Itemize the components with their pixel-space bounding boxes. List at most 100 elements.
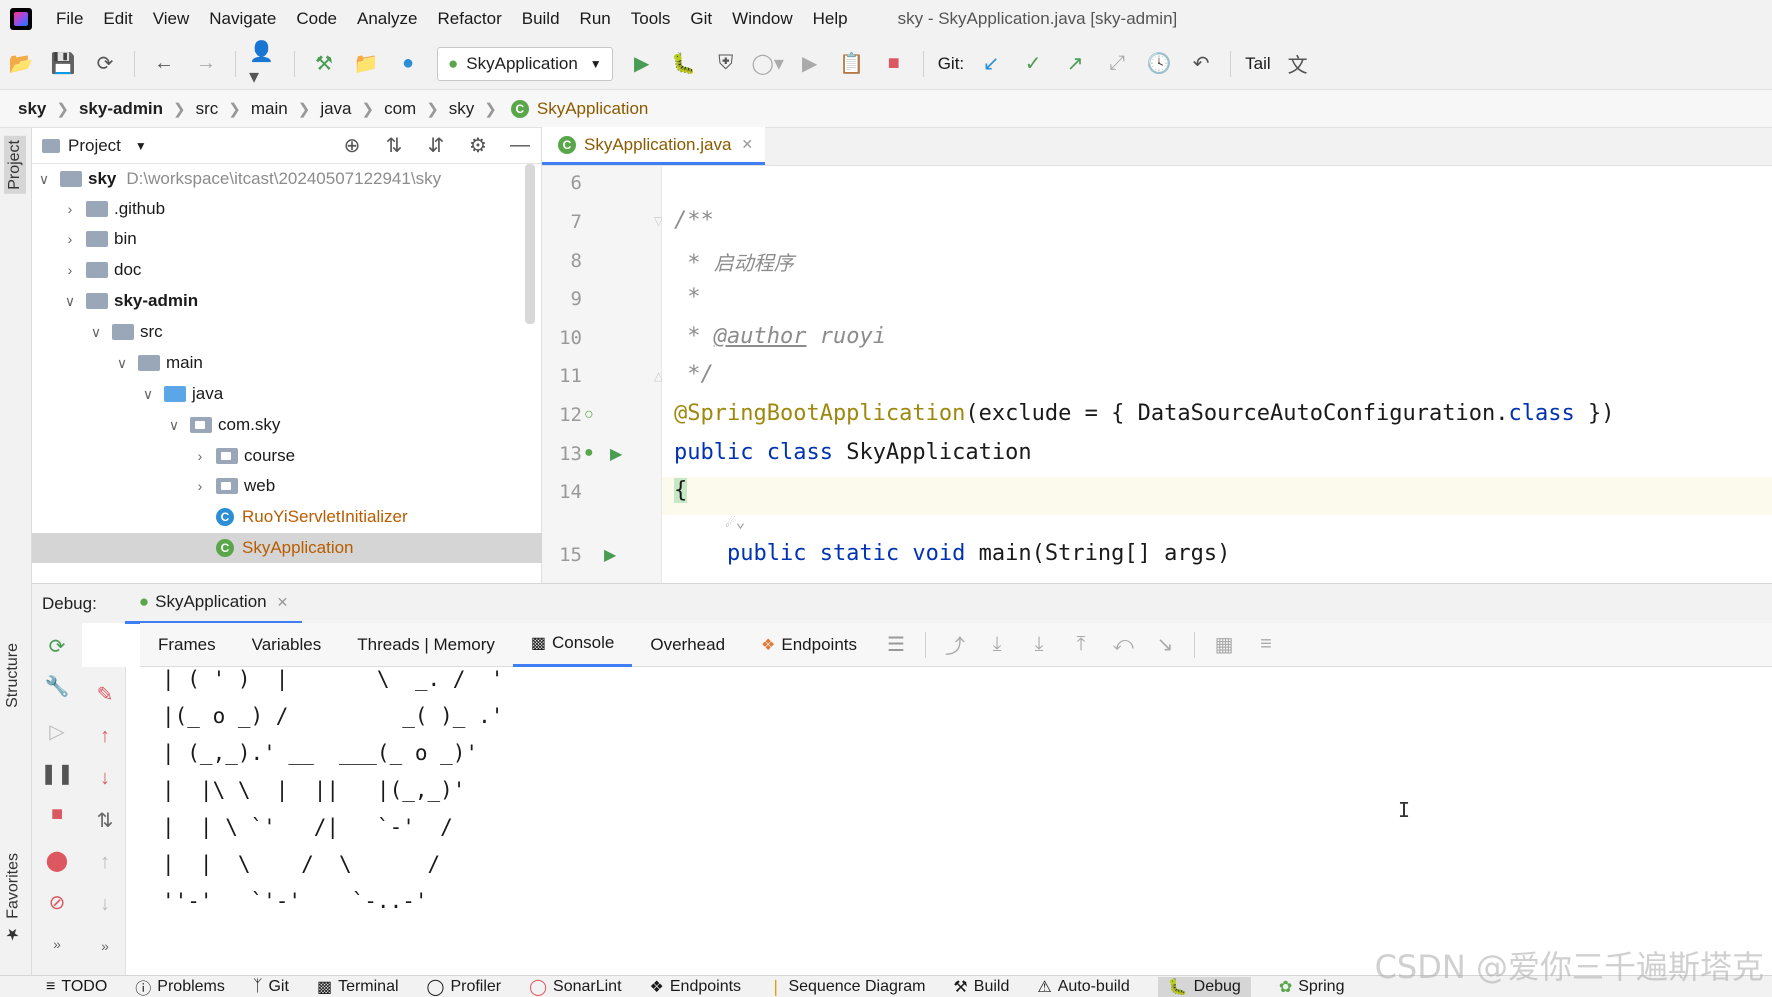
chevron-down-icon[interactable]: ∨ — [140, 386, 156, 403]
tool-build[interactable]: ⚒ Build — [953, 977, 1009, 997]
menu-code[interactable]: Code — [286, 9, 347, 29]
run-to-cursor-icon[interactable]: ↘ — [1149, 629, 1181, 661]
run-configuration-select[interactable]: ● SkyApplication ▼ — [437, 46, 613, 81]
tree-item-sky-admin[interactable]: ∨ sky-admin — [32, 286, 542, 316]
tool-problems[interactable]: ⓘ Problems — [135, 976, 225, 997]
chevron-right-icon[interactable]: › — [62, 231, 78, 247]
chevron-right-icon[interactable]: › — [62, 262, 78, 278]
tool-sequence-diagram[interactable]: ❘ Sequence Diagram — [769, 977, 925, 997]
breadcrumb-item[interactable]: sky — [18, 99, 46, 119]
chevron-down-icon[interactable]: ∨ — [166, 417, 182, 434]
tree-item-ruoyi-servlet-initializer[interactable]: C RuoYiServletInitializer — [32, 502, 542, 532]
spring-boot-class-icon[interactable]: ● — [584, 444, 594, 462]
chevron-down-icon[interactable]: ∨ — [36, 171, 52, 188]
git-merge-icon[interactable]: ⤢ — [1101, 48, 1133, 80]
tool-sonarlint[interactable]: ◯ SonarLint — [529, 977, 621, 997]
expand-all-icon[interactable]: ⇅ — [379, 131, 409, 161]
build-hammer-icon[interactable]: ⚒ — [308, 48, 340, 80]
breadcrumb-item[interactable]: main — [251, 99, 288, 119]
more-icon[interactable]: » — [90, 931, 120, 961]
view-breakpoints-icon[interactable]: ⬤ — [42, 845, 72, 875]
code-editor[interactable]: /** * 启动程序 * * @author ruoyi */ @SpringB… — [662, 166, 1772, 583]
tree-item-java[interactable]: ∨ java — [32, 379, 542, 409]
menu-tools[interactable]: Tools — [621, 9, 681, 29]
breadcrumb-item[interactable]: sky-admin — [79, 99, 163, 119]
menu-navigate[interactable]: Navigate — [199, 9, 286, 29]
tool-spring[interactable]: ✿ Spring — [1279, 977, 1345, 997]
menu-window[interactable]: Window — [722, 9, 802, 29]
menu-analyze[interactable]: Analyze — [347, 9, 427, 29]
down-arrow-icon[interactable]: ↓ — [90, 763, 120, 793]
resume-icon[interactable]: ▶ — [794, 48, 826, 80]
run-gutter-icon[interactable]: ▶ — [610, 444, 622, 464]
favorites-tool-tab[interactable]: ★ Favorites — [4, 853, 23, 944]
sync-icon[interactable]: ⟳ — [89, 48, 121, 80]
tool-endpoints[interactable]: ❖ Endpoints — [650, 977, 742, 997]
breadcrumb-current[interactable]: C SkyApplication — [507, 99, 648, 119]
tree-item-doc[interactable]: › doc — [32, 255, 542, 285]
force-step-into-icon[interactable]: ⤓ — [1023, 629, 1055, 661]
forward-arrow-icon[interactable]: → — [190, 48, 222, 80]
menu-git[interactable]: Git — [680, 9, 722, 29]
profile-icon[interactable]: ◯▾ — [751, 48, 783, 80]
menu-lines-icon[interactable]: ☰ — [880, 629, 912, 661]
tail-button[interactable]: Tail — [1245, 54, 1271, 74]
rerun-icon[interactable]: ⟳ — [42, 631, 72, 661]
tab-frames[interactable]: Frames — [140, 623, 234, 667]
chevron-down-icon[interactable]: ∨ — [62, 293, 78, 310]
tree-scrollbar[interactable] — [525, 164, 535, 324]
back-arrow-icon[interactable]: ← — [148, 48, 180, 80]
stop-icon[interactable]: ■ — [878, 48, 910, 80]
tool-git[interactable]: ᛉ Git — [253, 978, 289, 996]
up-arrow-icon[interactable]: ↑ — [90, 721, 120, 751]
breadcrumb-item[interactable]: src — [196, 99, 219, 119]
breadcrumb-item[interactable]: com — [384, 99, 416, 119]
tree-item-sky[interactable]: ∨ sky D:\workspace\itcast\20240507122941… — [32, 164, 542, 194]
minimize-icon[interactable]: — — [505, 131, 535, 161]
close-icon[interactable]: ✕ — [741, 136, 753, 153]
tree-item-com-sky[interactable]: ∨ com.sky — [32, 410, 542, 440]
project-panel-title[interactable]: Project — [68, 136, 121, 156]
resume-program-icon[interactable]: ▷ — [42, 716, 72, 746]
scroll-up-icon[interactable]: ↑ — [90, 847, 120, 877]
project-structure-icon[interactable]: 📁 — [350, 48, 382, 80]
step-over-icon[interactable]: ⤴ — [939, 629, 971, 661]
chevron-down-icon[interactable]: ∨ — [114, 355, 130, 372]
spring-class-icon[interactable]: ● — [392, 48, 424, 80]
tool-todo[interactable]: ≡ TODO — [46, 978, 107, 996]
chevron-right-icon[interactable]: › — [62, 201, 78, 217]
tree-item-src[interactable]: ∨ src — [32, 317, 542, 347]
user-icon[interactable]: 👤▾ — [249, 41, 281, 88]
tree-item-github[interactable]: › .github — [32, 194, 542, 224]
step-out-icon[interactable]: ⤒ — [1065, 629, 1097, 661]
tree-item-bin[interactable]: › bin — [32, 224, 542, 254]
tool-terminal[interactable]: ▩ Terminal — [317, 977, 399, 997]
project-tool-tab[interactable]: Project — [4, 136, 26, 194]
chevron-down-icon[interactable]: ▼ — [135, 139, 147, 153]
wrench-icon[interactable]: 🔧 — [42, 671, 72, 701]
menu-view[interactable]: View — [143, 9, 200, 29]
rollback-icon[interactable]: ↶ — [1185, 48, 1217, 80]
tree-item-main[interactable]: ∨ main — [32, 348, 542, 378]
save-all-icon[interactable]: 💾 — [47, 48, 79, 80]
run-icon[interactable]: ▶ — [626, 48, 658, 80]
spring-bean-icon[interactable]: ○ — [584, 406, 594, 424]
tree-item-sky-application[interactable]: C SkyApplication — [32, 533, 542, 563]
git-push-icon[interactable]: ↗ — [1059, 48, 1091, 80]
tab-overhead[interactable]: Overhead — [632, 623, 743, 667]
gear-icon[interactable]: ⚙ — [463, 131, 493, 161]
inlay-hint[interactable]: ☄⌄ — [726, 512, 745, 531]
git-update-icon[interactable]: ↙ — [975, 48, 1007, 80]
tool-profiler[interactable]: ◯ Profiler — [427, 977, 502, 997]
trace-icon[interactable]: ≡ — [1250, 629, 1282, 661]
chevron-right-icon[interactable]: › — [192, 478, 208, 494]
drop-frame-icon[interactable]: ⤺ — [1107, 629, 1139, 661]
menu-build[interactable]: Build — [512, 9, 570, 29]
mute-breakpoints-icon[interactable]: ⊘ — [42, 887, 72, 917]
history-clock-icon[interactable]: 🕓 — [1143, 48, 1175, 80]
breadcrumb-item[interactable]: java — [320, 99, 351, 119]
more-icon[interactable]: » — [42, 929, 72, 959]
sort-icon[interactable]: ⇅ — [90, 805, 120, 835]
menu-help[interactable]: Help — [803, 9, 858, 29]
tab-variables[interactable]: Variables — [234, 623, 340, 667]
